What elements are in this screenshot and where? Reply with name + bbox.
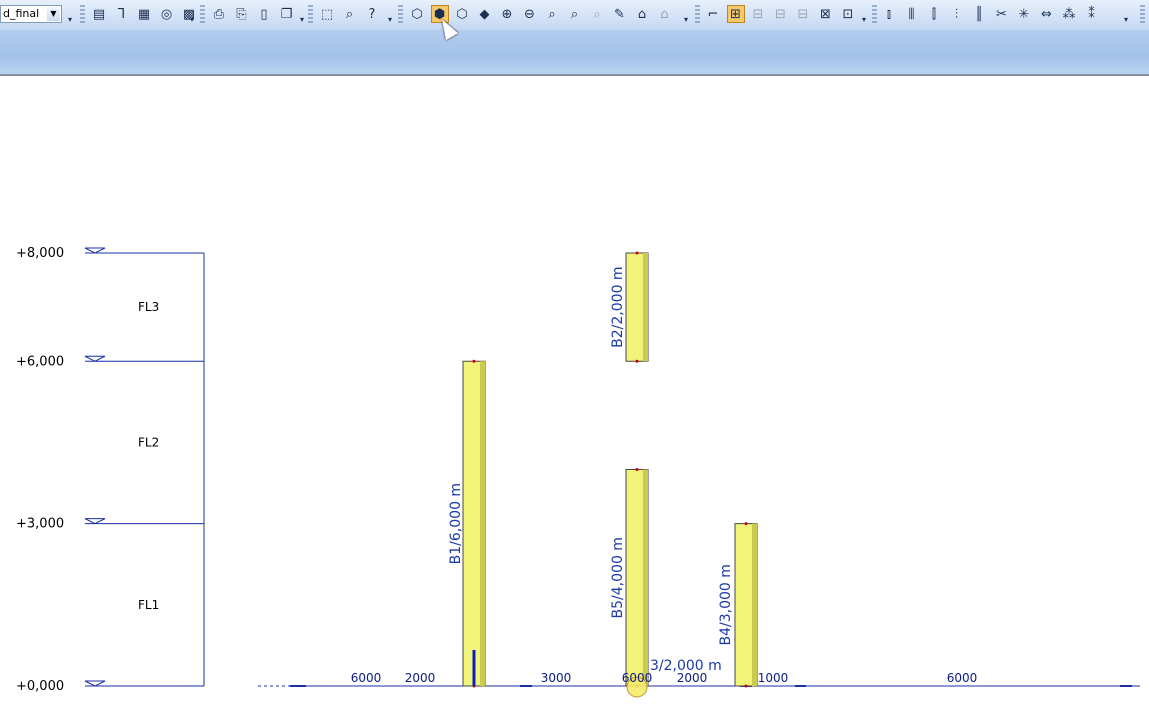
frame-2-icon[interactable]: ⊟ [749,5,767,23]
frame-5-icon[interactable]: ⊠ [817,5,835,23]
column-label: B5/4,000 m [610,537,626,618]
dimension-icon[interactable]: ⇔ [1038,5,1056,23]
columns: B1/6,000 m B2/2,000 m B5/4,000 m B4/3,000 m… [448,251,758,698]
node-icon [744,684,748,688]
level-label: +3,000 [16,517,64,532]
spring-icon[interactable]: ✳ [1015,5,1033,23]
toolbar-grip[interactable] [308,5,313,25]
floor-label: FL3 [138,300,159,314]
grid-icon[interactable]: ▩ [180,5,198,23]
zoom-in-icon[interactable]: ⊕ [498,5,516,23]
print-icon[interactable]: ⎙ [210,5,228,23]
node-icon [472,359,476,363]
ribbon-panel [0,30,1149,75]
floor-label: FL2 [138,435,159,449]
frame-3-icon[interactable]: ⊟ [772,5,790,23]
view-node-icon[interactable]: ⬡ [453,5,471,23]
view-cube-icon[interactable]: ◆ [476,5,494,23]
dimension-label: 6000 [622,671,653,685]
level-triangle-icon [84,680,106,687]
copy-icon[interactable]: ❐ [278,5,296,23]
dimension-label: 2000 [677,671,708,685]
toolbar-overflow-icon[interactable]: ▾ [388,15,396,25]
text-style-icon[interactable]: Ꞁ [113,5,131,23]
zoom-all-icon[interactable]: ⌕ [543,5,561,23]
ungroup-icon[interactable]: ⁑ [1083,5,1101,23]
print-preview-icon[interactable]: ⎘ [233,5,251,23]
zoom-window-icon[interactable]: ⌕ [566,5,584,23]
book-icon[interactable]: ▦ [135,5,153,23]
level-triangle-icon [84,355,106,362]
house-lock-icon[interactable]: ⌂ [656,5,674,23]
zoom-prev-icon[interactable]: ⌕ [588,5,606,23]
group-icon[interactable]: ⁂ [1060,5,1078,23]
node-icon [744,522,748,526]
chevron-down-icon[interactable]: ▼ [47,7,60,21]
model-combo[interactable]: d_final ▼ [0,5,62,23]
column-label: B1/6,000 m [448,483,464,564]
paint-icon[interactable]: ✎ [611,5,629,23]
support-icon[interactable]: ⫿ [925,5,943,23]
toolbar-overflow-icon[interactable]: ▾ [300,15,308,25]
dimension-label: 6000 [947,671,978,685]
column-label: B2/2,000 m [610,266,626,347]
open-book-icon[interactable]: ▯ [255,5,273,23]
column-shade [643,253,648,362]
column-shade [643,469,648,686]
dimension-label: 1000 [758,671,789,685]
frame-6-icon[interactable]: ⊡ [839,5,857,23]
toolbar-strip: d_final ▼ ▾ ▾ ▾ ▾ ▾ ▾ ▾ ▤ Ꞁ ▦ ◎ ▩ ⎙ ⎘ ▯ ❐ ⬚ ⌕? ⬡ ⬢ ⬡ ◆ ⊕ ⊖ ⌕ ⌕ ⌕ ✎ ⌂… [0,0,1149,31]
zoom-out-icon[interactable]: ⊖ [521,5,539,23]
column-shade [480,361,485,686]
house-icon[interactable]: ⌂ [633,5,651,23]
level-label: +6,000 [16,354,64,369]
beam-column-icon[interactable]: ⫼ [903,5,921,23]
toolbar-overflow-icon[interactable]: ▾ [684,15,692,25]
node-icon [635,359,639,363]
help-icon[interactable]: ? [363,5,381,23]
dimension-label: 6000 [351,671,382,685]
level-triangle-icon [84,518,106,525]
column-label: B4/3,000 m [718,564,734,645]
toolbar-grip[interactable] [1140,5,1145,25]
layer-icon[interactable]: ▤ [90,5,108,23]
drawing-canvas[interactable]: +8,000 +6,000 +3,000 +0,000 FL3 FL2 FL1 B1/6,… [0,76,1149,710]
dimension-label: 2000 [405,671,436,685]
toolbar-grip[interactable] [695,5,700,25]
select-icon[interactable]: ⬚ [318,5,336,23]
column-icon[interactable]: ⫾ [880,5,898,23]
node-icon [635,251,639,255]
toolbar-overflow-icon[interactable]: ▾ [1124,15,1132,25]
toolbar-grip[interactable] [872,5,877,25]
node-icon [635,468,639,471]
floor-labels: FL3 FL2 FL1 [138,300,159,612]
load-icon[interactable]: ⫶ [948,5,966,23]
frame-active-icon[interactable]: ⊞ [726,5,745,23]
dimension-label: 3000 [541,671,572,685]
level-triangle-icon [84,247,106,254]
toolbar-overflow-icon[interactable]: ▾ [68,15,76,25]
member-icon[interactable]: ║ [970,5,988,23]
target-icon[interactable]: ◎ [158,5,176,23]
floor-label: FL1 [138,598,159,612]
frame-4-icon[interactable]: ⊟ [794,5,812,23]
model-combo-value: d_final [3,7,40,20]
toolbar-grip[interactable] [80,5,85,25]
level-label: +8,000 [16,246,64,261]
toolbar-overflow-icon[interactable]: ▾ [862,15,870,25]
toolbar-grip[interactable] [398,5,403,25]
release-icon[interactable]: ✂ [993,5,1011,23]
zoom-rect-icon[interactable]: ⌕ [341,5,359,23]
level-markers: +8,000 +6,000 +3,000 +0,000 [16,246,205,694]
toolbar-grip[interactable] [200,5,205,25]
level-label: +0,000 [16,679,64,694]
view-3d-icon[interactable]: ⬡ [408,5,426,23]
column-shade [752,523,757,686]
frame-icon[interactable]: ⌐ [704,5,722,23]
